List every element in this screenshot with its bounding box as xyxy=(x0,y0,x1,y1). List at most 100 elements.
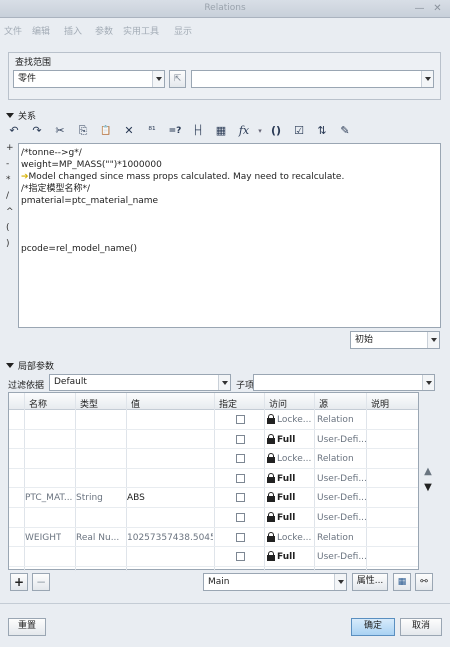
units-icon[interactable]: ▦ xyxy=(213,123,229,139)
relations-header[interactable]: 关系 xyxy=(6,109,36,122)
param-source: User-Defi... xyxy=(317,434,367,445)
cut-icon[interactable]: ✂ xyxy=(52,123,68,139)
column-header-type[interactable]: 类型 xyxy=(80,397,98,410)
subitem-select[interactable] xyxy=(253,374,435,391)
table-row[interactable]: Locke... Relation xyxy=(9,411,418,430)
designate-checkbox[interactable] xyxy=(236,493,245,503)
close-paren-operator[interactable]: ) xyxy=(6,239,16,255)
filter-value: Default xyxy=(54,377,87,387)
relation-line: weight=MP_MASS("")*1000000 xyxy=(21,160,162,170)
menu-parameters[interactable]: 参数 xyxy=(95,24,113,37)
move-up-icon[interactable]: ▲ xyxy=(422,466,434,482)
table-row[interactable]: Full User-Defi... xyxy=(9,548,418,567)
chevron-down-icon xyxy=(421,71,433,87)
param-source: Relation xyxy=(317,532,354,543)
param-access: Locke... xyxy=(277,415,312,425)
open-paren-operator[interactable]: ( xyxy=(6,223,16,239)
init-value: 初始 xyxy=(355,335,374,345)
cancel-button[interactable]: 取消 xyxy=(400,618,442,636)
redo-icon[interactable]: ↷ xyxy=(29,123,45,139)
designate-checkbox[interactable] xyxy=(236,513,245,522)
relations-editor[interactable]: /*tonne-->g*/ weight=MP_MASS("")*1000000… xyxy=(18,143,441,328)
table-row[interactable]: WEIGHT Real Nu... 10257357438.5045... Locke… xyxy=(9,529,418,548)
remove-parameter-button[interactable]: − xyxy=(32,573,50,591)
close-icon[interactable]: ✕ xyxy=(431,2,444,15)
column-header-access[interactable]: 访问 xyxy=(269,397,287,410)
copy-icon[interactable]: ⎘ xyxy=(75,123,91,139)
minimize-icon[interactable]: — xyxy=(413,2,426,15)
delete-icon[interactable]: ✕ xyxy=(121,123,137,139)
menu-insert[interactable]: 插入 xyxy=(64,24,82,37)
scope-select[interactable]: 零件 xyxy=(13,70,165,88)
param-type: Real Nu... xyxy=(76,532,120,543)
relation-line: /*tonne-->g*/ xyxy=(21,148,82,158)
designate-checkbox[interactable] xyxy=(236,552,245,562)
power-operator[interactable]: ^ xyxy=(6,207,16,223)
plus-operator[interactable]: + xyxy=(6,143,16,159)
menu-bar: 文件 编辑 插入 参数 实用工具 显示 xyxy=(0,20,450,38)
object-select[interactable] xyxy=(191,70,434,88)
relation-line xyxy=(21,219,438,231)
param-source: User-Defi... xyxy=(317,513,367,523)
reset-button[interactable]: 重置 xyxy=(8,618,46,636)
plus-icon: + xyxy=(13,575,25,589)
operator-strip: + - * / ^ ( ) xyxy=(6,143,16,255)
properties-button[interactable]: 属性... xyxy=(352,573,388,591)
sort-icon[interactable]: ⇅ xyxy=(314,123,330,139)
menu-utilities[interactable]: 实用工具 xyxy=(123,24,159,37)
insert-icon[interactable]: ✎ xyxy=(337,123,353,139)
add-parameter-button[interactable]: + xyxy=(10,573,28,591)
local-params-header[interactable]: 局部参数 xyxy=(6,359,54,372)
scope-value: 零件 xyxy=(18,74,37,84)
menu-display[interactable]: 显示 xyxy=(174,24,192,37)
param-value: 10257357438.5045... xyxy=(127,532,213,543)
designate-checkbox[interactable] xyxy=(236,532,245,542)
table-row[interactable]: Full User-Defi... xyxy=(9,509,418,528)
column-header-source[interactable]: 源 xyxy=(319,397,328,410)
designate-checkbox[interactable] xyxy=(236,454,245,464)
column-header-name[interactable]: 名称 xyxy=(29,397,47,410)
move-down-icon[interactable]: ▼ xyxy=(422,482,434,498)
verify-icon[interactable]: ☑ xyxy=(291,123,307,139)
column-header-description[interactable]: 说明 xyxy=(371,397,389,410)
measure-icon[interactable]: ├┤ xyxy=(190,123,206,139)
relation-warning-line: ➔Model changed since mass props calculat… xyxy=(21,171,438,183)
ok-button[interactable]: 确定 xyxy=(351,618,395,636)
equals-icon[interactable]: =? xyxy=(167,123,183,139)
binoculars-icon: ⚯ xyxy=(420,577,428,587)
param-access: Full xyxy=(277,434,296,445)
param-source: User-Defi... xyxy=(317,552,367,563)
window-title: Relations xyxy=(204,3,246,13)
init-select[interactable]: 初始 xyxy=(350,331,440,349)
param-name: WEIGHT xyxy=(25,532,62,543)
column-header-value[interactable]: 值 xyxy=(131,397,140,410)
menu-file[interactable]: 文件 xyxy=(4,24,22,37)
lock-icon xyxy=(267,433,275,444)
table-view-button[interactable]: ▦ xyxy=(393,573,411,591)
param-access: Full xyxy=(277,513,296,523)
paste-icon[interactable]: 📋 xyxy=(98,123,114,139)
chevron-down-icon[interactable]: ▾ xyxy=(252,123,268,139)
filter-select[interactable]: Default xyxy=(49,374,231,391)
table-row[interactable]: Locke... Relation xyxy=(9,450,418,469)
undo-icon[interactable]: ↶ xyxy=(6,123,22,139)
table-row[interactable]: PTC_MAT... String ABS Full User-Defi... xyxy=(9,489,418,508)
evaluate-icon[interactable]: ⁸¹ xyxy=(144,123,160,139)
designate-checkbox[interactable] xyxy=(236,473,245,483)
designate-checkbox[interactable] xyxy=(236,434,245,444)
param-source: Relation xyxy=(317,415,354,425)
parentheses-icon[interactable]: () xyxy=(268,123,284,139)
select-object-button[interactable]: ⇱ xyxy=(169,70,186,88)
table-row[interactable]: Full User-Defi... xyxy=(9,431,418,450)
menu-edit[interactable]: 编辑 xyxy=(32,24,50,37)
minus-operator[interactable]: - xyxy=(6,159,16,175)
column-header-designate[interactable]: 指定 xyxy=(219,397,237,410)
designate-checkbox[interactable] xyxy=(236,415,245,424)
search-button[interactable]: ⚯ xyxy=(415,573,433,591)
function-icon[interactable]: fx xyxy=(236,123,252,139)
divide-operator[interactable]: / xyxy=(6,191,16,207)
table-row[interactable]: Full User-Defi... xyxy=(9,470,418,489)
multiply-operator[interactable]: * xyxy=(6,175,16,191)
main-select[interactable]: Main xyxy=(203,573,347,591)
param-access: Locke... xyxy=(277,532,312,543)
